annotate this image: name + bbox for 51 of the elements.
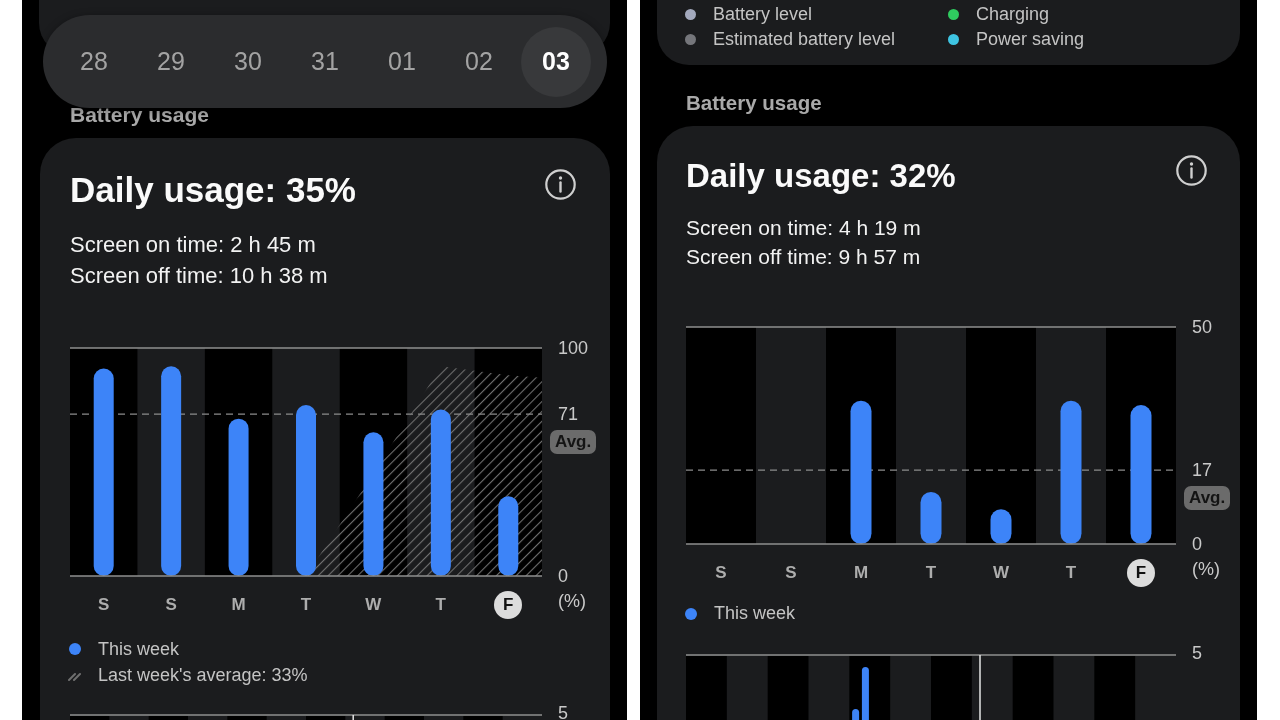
legend-label: Power saving xyxy=(976,28,1085,50)
axis-tick-label: 71 xyxy=(558,404,579,425)
day-label[interactable]: W xyxy=(359,591,388,619)
day-label[interactable]: M xyxy=(224,591,253,619)
detail-line: Screen off time: 10 h 38 m xyxy=(70,261,328,290)
detail-line: Screen on time: 2 h 45 m xyxy=(70,230,317,259)
axis-unit-label: (%) xyxy=(1192,558,1220,579)
section-title: Battery usage xyxy=(70,103,209,127)
axis-tick-label: 17 xyxy=(1192,459,1213,480)
card-title: Daily usage: 35% xyxy=(70,169,356,211)
card-title: Daily usage: 32% xyxy=(686,155,956,196)
day-label[interactable]: T xyxy=(426,591,455,619)
day-label[interactable]: M xyxy=(847,558,875,587)
date-button[interactable]: 29 xyxy=(136,26,206,97)
axis-tick-label: 50 xyxy=(1192,316,1213,337)
date-button[interactable]: 28 xyxy=(59,26,129,97)
day-label[interactable]: T xyxy=(917,558,945,587)
day-label[interactable]: S xyxy=(707,558,735,587)
legend-label: Estimated battery level xyxy=(713,28,896,50)
info-icon[interactable] xyxy=(1176,154,1207,186)
axis-tick-label: 5 xyxy=(1192,645,1202,660)
detail-line: Screen on time: 4 h 19 m xyxy=(686,215,921,241)
average-badge: Avg. xyxy=(550,430,597,455)
day-label[interactable]: F xyxy=(494,591,523,619)
legend-label: Battery level xyxy=(713,3,813,25)
day-label[interactable]: S xyxy=(89,591,118,619)
day-label[interactable]: S xyxy=(157,591,186,619)
day-label[interactable]: F xyxy=(1127,558,1155,587)
day-label[interactable]: W xyxy=(987,558,1015,587)
legend-label: Charging xyxy=(976,3,1050,25)
legend-label: This week xyxy=(714,603,796,624)
average-badge: Avg. xyxy=(1184,485,1231,510)
legend-label: This week xyxy=(98,638,180,660)
info-icon[interactable] xyxy=(545,169,576,200)
section-title: Battery usage xyxy=(686,90,822,115)
date-button[interactable]: 31 xyxy=(290,26,360,97)
detail-line: Screen off time: 9 h 57 m xyxy=(686,244,921,270)
date-button[interactable]: 03 xyxy=(521,26,591,97)
axis-tick-label: 5 xyxy=(558,706,568,720)
day-label[interactable]: T xyxy=(1057,558,1085,587)
axis-tick-label: 100 xyxy=(558,338,589,358)
date-button[interactable]: 01 xyxy=(367,26,437,97)
date-button[interactable]: 02 xyxy=(444,26,514,97)
date-button[interactable]: 30 xyxy=(213,26,283,97)
usage-bar xyxy=(920,491,942,544)
day-label[interactable]: S xyxy=(777,558,805,587)
day-label[interactable]: T xyxy=(291,591,320,619)
axis-tick-label: 0 xyxy=(558,566,568,586)
axis-tick-label: 0 xyxy=(1192,533,1202,554)
axis-unit-label: (%) xyxy=(558,591,586,611)
legend-label: Last week's average: 33% xyxy=(98,664,308,686)
